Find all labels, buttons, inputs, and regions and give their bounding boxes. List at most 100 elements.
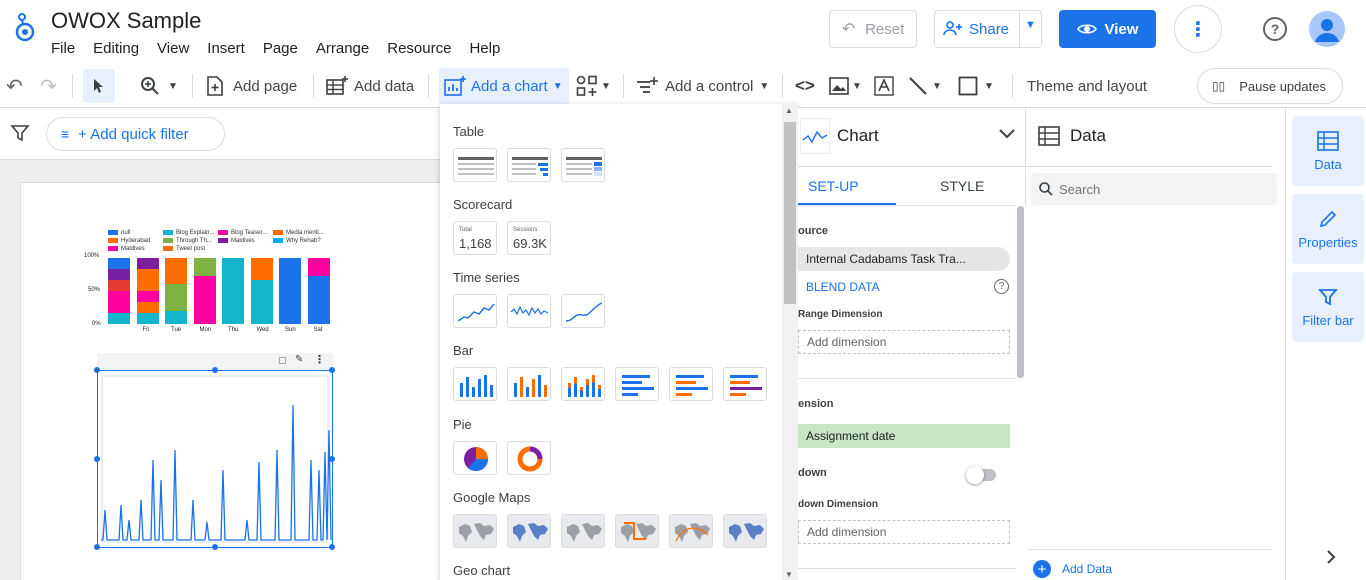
section-divider — [798, 568, 1016, 569]
share-button[interactable]: Share ▼ — [934, 10, 1042, 48]
add-data-link[interactable]: Add Data — [1062, 562, 1112, 576]
google-map-option[interactable] — [561, 514, 605, 548]
blend-data-button[interactable]: BLEND DATA — [806, 280, 880, 294]
add-page-button[interactable]: Add page — [206, 64, 297, 108]
plus-icon[interactable]: + — [1033, 560, 1051, 578]
menu-editing[interactable]: Editing — [93, 40, 139, 57]
pie-chart-option[interactable] — [453, 441, 497, 475]
help-icon[interactable]: ? — [994, 279, 1009, 294]
community-viz-button[interactable]: ▼ — [576, 64, 611, 108]
reset-button[interactable]: ↶ Reset — [829, 10, 917, 48]
help-icon[interactable]: ? — [1263, 17, 1287, 41]
share-divider — [1019, 11, 1020, 47]
bar-chart-option[interactable] — [453, 367, 497, 401]
google-map-option[interactable] — [615, 514, 659, 548]
menu-insert[interactable]: Insert — [207, 40, 245, 57]
resize-handle[interactable] — [94, 367, 100, 373]
search-input[interactable] — [1059, 179, 1259, 199]
copy-icon[interactable]: ▢ — [278, 355, 287, 366]
view-button[interactable]: View — [1059, 10, 1156, 48]
theme-layout-button[interactable]: Theme and layout — [1027, 64, 1147, 108]
chart-more-icon[interactable]: ⋮ — [314, 353, 325, 366]
toolbar-divider — [428, 74, 429, 98]
share-dropdown-icon[interactable]: ▼ — [1025, 19, 1036, 31]
zoom-button[interactable]: ▼ — [140, 64, 178, 108]
app-window: OWOX Sample File Editing View Insert Pag… — [0, 0, 1366, 580]
pie-icon — [464, 447, 489, 472]
google-map-option[interactable] — [723, 514, 767, 548]
table-chart-option[interactable] — [453, 148, 497, 182]
tab-setup[interactable]: SET-UP — [808, 178, 859, 194]
resize-handle[interactable] — [329, 456, 335, 462]
add-chart-button[interactable]: Add a chart ▼ — [439, 68, 569, 104]
scorecard-sessions-option[interactable]: Sessions 69.3K — [507, 221, 551, 255]
resize-handle[interactable] — [212, 544, 218, 550]
google-map-option[interactable] — [669, 514, 713, 548]
chevron-down-icon[interactable] — [999, 129, 1015, 139]
add-quick-filter-button[interactable]: ≡ + Add quick filter — [46, 117, 225, 151]
embed-code-icon[interactable]: <> — [795, 64, 815, 108]
image-button[interactable]: ▼ — [829, 64, 862, 108]
time-series-option[interactable] — [453, 294, 497, 328]
resize-handle[interactable] — [94, 456, 100, 462]
redo-icon[interactable]: ↷ — [40, 64, 57, 108]
tab-style[interactable]: STYLE — [940, 178, 984, 194]
add-control-button[interactable]: Add a control ▼ — [636, 64, 769, 108]
menu-arrange[interactable]: Arrange — [316, 40, 369, 57]
chart-menu-scrollbar[interactable]: ▲ ▼ — [782, 104, 798, 580]
filter-icon[interactable] — [10, 123, 30, 143]
smoothed-time-series-option[interactable] — [561, 294, 605, 328]
more-options-icon[interactable]: ⋮ — [1174, 5, 1222, 53]
dimension-chip[interactable]: Assignment date — [798, 424, 1010, 448]
rail-data-button[interactable]: Data — [1292, 116, 1364, 186]
resize-handle[interactable] — [212, 367, 218, 373]
pause-updates-button[interactable]: ▯▯ Pause updates — [1197, 68, 1343, 104]
panel-scrollbar-thumb[interactable] — [1017, 206, 1024, 378]
google-map-option[interactable] — [507, 514, 551, 548]
resize-handle[interactable] — [329, 367, 335, 373]
report-title[interactable]: OWOX Sample — [51, 8, 201, 34]
data-search-field[interactable] — [1031, 173, 1277, 205]
legend-swatch — [218, 238, 228, 243]
scroll-down-icon[interactable]: ▼ — [785, 570, 793, 579]
add-range-dimension-field[interactable]: Add dimension — [798, 330, 1010, 354]
drill-down-toggle[interactable] — [966, 466, 996, 484]
bar-segment — [136, 269, 159, 280]
table-heatmap-option[interactable] — [507, 148, 551, 182]
bar-segment — [136, 258, 159, 269]
menu-view[interactable]: View — [157, 40, 189, 57]
menu-resource[interactable]: Resource — [387, 40, 451, 57]
menu-page[interactable]: Page — [263, 40, 298, 57]
rail-properties-button[interactable]: Properties — [1292, 194, 1364, 264]
menu-help[interactable]: Help — [469, 40, 500, 57]
edit-pencil-icon[interactable]: ✎ — [295, 354, 303, 365]
menu-file[interactable]: File — [51, 40, 75, 57]
line-button[interactable]: ▼ — [908, 64, 942, 108]
table-colored-option[interactable] — [561, 148, 605, 182]
bar-chart-option[interactable] — [561, 367, 605, 401]
bar-chart-option[interactable] — [669, 367, 713, 401]
resize-handle[interactable] — [329, 544, 335, 550]
shape-button[interactable]: ▼ — [958, 64, 994, 108]
stacked-bar-chart[interactable]: null Blog Explain... Blog Teaser... Media m… — [84, 228, 344, 338]
scroll-up-icon[interactable]: ▲ — [785, 106, 793, 115]
scrollbar-thumb[interactable] — [784, 122, 796, 304]
scorecard-total-option[interactable]: Total 1,168 — [453, 221, 497, 255]
bar-chart-option[interactable] — [507, 367, 551, 401]
sparkline-option[interactable] — [507, 294, 551, 328]
add-data-button[interactable]: Add data — [326, 64, 414, 108]
donut-chart-option[interactable] — [507, 441, 551, 475]
bar-chart-option[interactable] — [615, 367, 659, 401]
undo-icon[interactable]: ↶ — [6, 64, 23, 108]
selected-line-chart[interactable] — [94, 367, 335, 550]
avatar[interactable] — [1309, 11, 1345, 47]
bar-chart-option[interactable] — [723, 367, 767, 401]
rail-filter-bar-button[interactable]: Filter bar — [1292, 272, 1364, 342]
select-tool-button[interactable] — [83, 69, 115, 103]
text-box-button[interactable] — [874, 64, 894, 108]
add-drill-down-dimension-field[interactable]: Add dimension — [798, 520, 1010, 544]
resize-handle[interactable] — [94, 544, 100, 550]
google-map-option[interactable] — [453, 514, 497, 548]
data-source-chip[interactable]: Internal Cadabams Task Tra... — [798, 247, 1010, 271]
chevron-right-icon[interactable] — [1326, 549, 1336, 565]
